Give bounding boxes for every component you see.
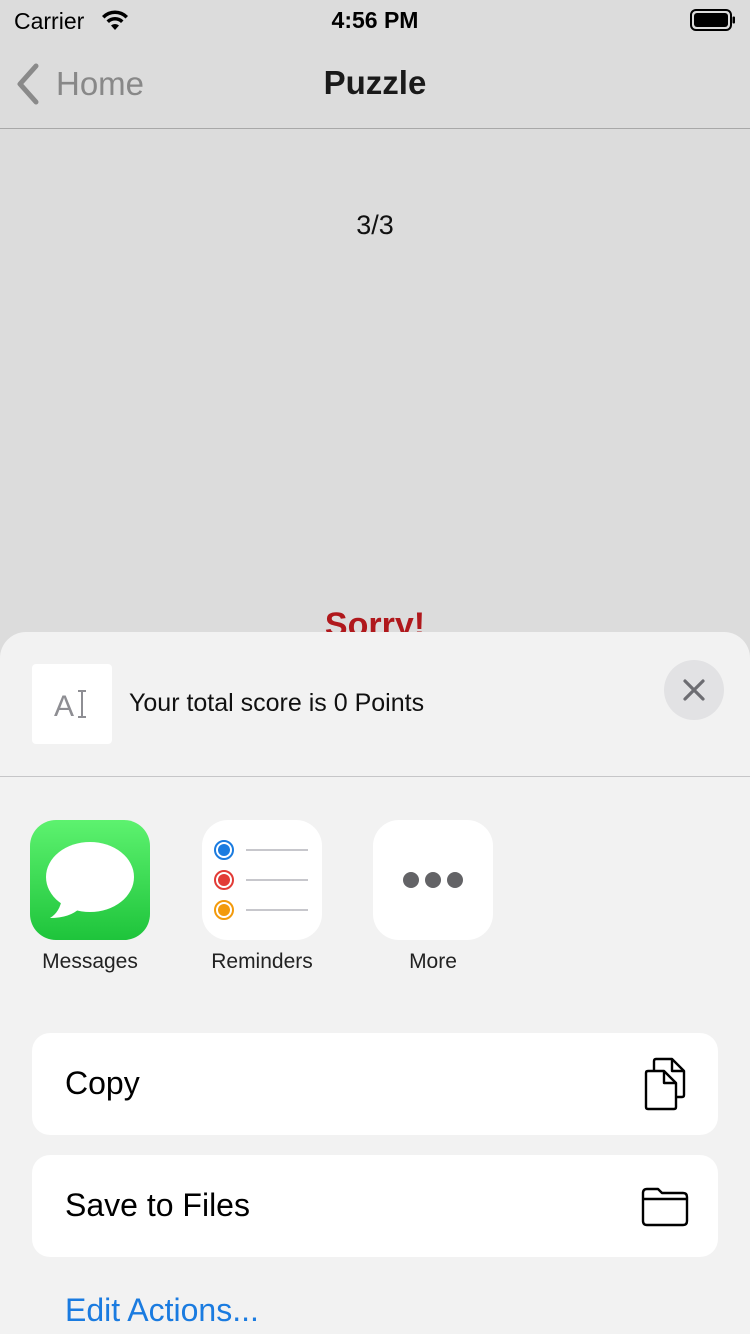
share-sheet-header: A Your total score is 0 Points [0,632,750,777]
copy-action[interactable]: Copy [32,1033,718,1135]
app-label-more: More [409,950,457,973]
copy-icon [644,1057,686,1111]
navigation-bar: Home Puzzle [0,40,750,129]
share-apps-row: Messages Reminders More [0,820,750,990]
more-icon [373,820,493,940]
close-icon [683,679,705,701]
app-label-messages: Messages [42,950,138,973]
status-bar: Carrier 4:56 PM [0,0,750,40]
puzzle-progress: 3/3 [356,210,394,240]
share-app-more[interactable]: More [353,820,513,974]
messages-icon [30,820,150,940]
status-time: 4:56 PM [331,7,419,33]
svg-text:A: A [54,690,74,722]
close-button[interactable] [664,660,724,720]
save-to-files-action[interactable]: Save to Files [32,1155,718,1257]
share-app-reminders[interactable]: Reminders [182,820,342,974]
share-app-messages[interactable]: Messages [10,820,170,974]
save-to-files-label: Save to Files [65,1187,250,1223]
battery-icon [690,9,735,31]
reminders-icon [202,820,322,940]
text-cursor-icon: A [54,690,86,722]
folder-icon [641,1187,689,1227]
text-document-icon: A [32,664,112,744]
share-sheet: A Your total score is 0 Points Messages … [0,632,750,1334]
share-preview-text: Your total score is 0 Points [129,689,425,717]
screen: Carrier 4:56 PM Home Puzzle 3/3 Sorry! A… [0,0,750,1334]
edit-actions-link[interactable]: Edit Actions... [65,1292,259,1329]
app-label-reminders: Reminders [211,950,313,973]
copy-action-label: Copy [65,1065,140,1101]
page-title: Puzzle [323,64,427,101]
